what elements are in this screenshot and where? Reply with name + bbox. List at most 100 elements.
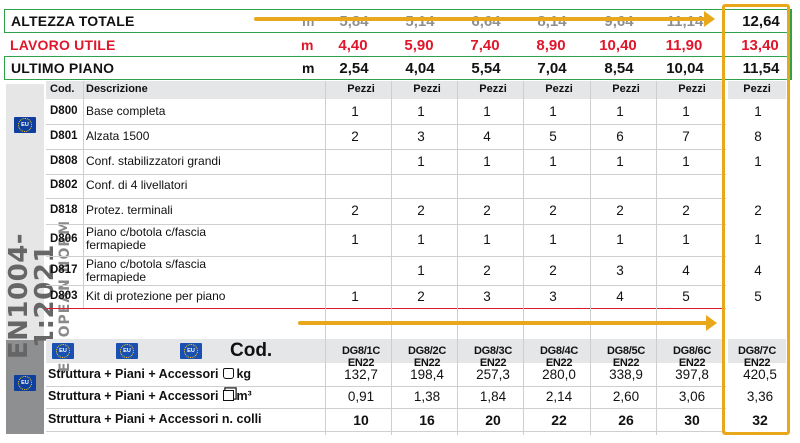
- part-quantity: 2: [616, 203, 624, 218]
- part-quantity: 1: [549, 153, 557, 169]
- part-quantity: 4: [682, 262, 690, 278]
- totals-row: Struttura + Piani + Accessori kg 132,7 198,…: [46, 364, 777, 387]
- value: 7,04: [537, 59, 567, 77]
- part-quantity: 3: [483, 288, 491, 304]
- part-quantity: 4: [483, 128, 491, 144]
- parts-row: D808 Conf. stabilizzatori grandi 1 1 1 1 1 1: [46, 149, 762, 175]
- value: 4,04: [405, 59, 435, 77]
- col-qty: Pezzi: [678, 83, 706, 95]
- part-quantity: 1: [483, 153, 491, 169]
- arrow-icon: [298, 315, 717, 331]
- part-quantity: 2: [417, 203, 425, 218]
- part-quantity: 4: [616, 288, 624, 304]
- parts-row: D818 Protez. terminali 2 2 2 2 2 2 2: [46, 198, 762, 225]
- value: 8,90: [536, 36, 566, 54]
- part-quantity: 1: [351, 288, 359, 304]
- value: 7,40: [470, 36, 500, 54]
- part-quantity: 1: [549, 232, 557, 247]
- totals-label: Struttura + Piani + Accessori m³: [48, 389, 252, 403]
- col-qty: Pezzi: [347, 83, 375, 95]
- parts-row: D803 Kit di protezione per piano 1 2 3 3 4 5 5: [46, 285, 762, 309]
- eu-flag-icon: EU: [52, 343, 74, 359]
- part-description: Base completa: [86, 104, 166, 118]
- col-qty: Pezzi: [612, 83, 640, 95]
- norm-badge: EU EN1004-1:2021 EUROPEAN NORM: [4, 84, 73, 372]
- totals-value: 26: [618, 412, 634, 428]
- part-quantity: 1: [417, 153, 425, 169]
- models-header: EU EU EU Cod. DG8/1C EN22 DG8/2C EN22 DG…: [46, 339, 722, 369]
- row-label: ULTIMO PIANO: [11, 60, 115, 76]
- highlight-box: [722, 4, 790, 435]
- parts-row: D801 Alzata 1500 2 3 4 5 6 7 8: [46, 124, 762, 150]
- parts-row: D817 Piano c/botola s/fascia fermapiede 1 2…: [46, 256, 762, 286]
- totals-value: 280,0: [542, 367, 576, 382]
- col-qty: Pezzi: [413, 83, 441, 95]
- part-description: Protez. terminali: [86, 203, 173, 217]
- unit: m: [302, 13, 315, 29]
- value: 5,90: [404, 36, 434, 54]
- value: 2,54: [339, 59, 369, 77]
- parts-row: D806 Piano c/botola c/fascia fermapiede 1 1…: [46, 224, 762, 257]
- part-quantity: 1: [483, 104, 491, 119]
- part-quantity: 2: [351, 128, 359, 144]
- part-quantity: 2: [483, 203, 491, 218]
- part-quantity: 3: [417, 128, 425, 144]
- divider: [46, 308, 722, 309]
- col-cod: Cod.: [50, 83, 75, 95]
- value: 5,54: [471, 59, 501, 77]
- cod-label: Cod.: [230, 340, 273, 361]
- green-border: [790, 9, 792, 80]
- value: 10,04: [666, 59, 704, 77]
- value: 8,14: [537, 12, 567, 30]
- totals-value: 198,4: [410, 367, 444, 382]
- part-quantity: 1: [682, 232, 690, 247]
- part-quantity: 1: [351, 232, 359, 247]
- totals-value: 1,38: [413, 389, 441, 404]
- totals-value: 132,7: [344, 367, 378, 382]
- totals-value: 30: [684, 412, 700, 428]
- lavoro-utile-row: LAVORO UTILE m 4,40 5,90 7,40 8,90 10,40…: [4, 34, 791, 56]
- part-code: D803: [50, 289, 78, 302]
- value: 11,90: [665, 36, 703, 54]
- totals-row: Struttura + Piani + Accessori n. colli 10…: [46, 409, 768, 432]
- part-description: Piano c/botola c/fascia fermapiede: [86, 225, 207, 252]
- part-code: D817: [50, 263, 78, 276]
- row-label: LAVORO UTILE: [10, 37, 116, 53]
- col-qty: Pezzi: [479, 83, 507, 95]
- totals-value: 20: [485, 412, 501, 428]
- part-code: D801: [50, 129, 78, 142]
- eu-flag-icon: EU: [116, 343, 138, 359]
- part-quantity: 3: [616, 262, 624, 278]
- totals-value: 22: [551, 412, 567, 428]
- totals-value: 397,8: [675, 367, 709, 382]
- unit: m: [301, 37, 314, 53]
- value: 5,84: [339, 12, 369, 30]
- part-code: D808: [50, 154, 78, 167]
- part-quantity: 1: [682, 104, 690, 119]
- part-quantity: 1: [682, 153, 690, 169]
- part-code: D800: [50, 105, 78, 117]
- part-quantity: 2: [549, 203, 557, 218]
- totals-value: 0,91: [347, 389, 375, 404]
- part-quantity: 2: [483, 262, 491, 278]
- totals-value: 338,9: [609, 367, 643, 382]
- totals-label: Struttura + Piani + Accessori n. colli: [48, 412, 262, 426]
- part-quantity: 6: [616, 128, 624, 144]
- part-quantity: 1: [616, 153, 624, 169]
- part-description: Piano c/botola s/fascia fermapiede: [86, 257, 207, 284]
- part-quantity: 1: [616, 104, 624, 119]
- totals-value: 2,14: [545, 389, 573, 404]
- part-description: Kit di protezione per piano: [86, 288, 226, 303]
- value: 5,14: [405, 12, 435, 30]
- part-quantity: 1: [417, 262, 425, 278]
- part-quantity: 1: [483, 232, 491, 247]
- eu-flag-icon: EU: [14, 117, 36, 133]
- part-quantity: 2: [549, 262, 557, 278]
- arrow-icon: [254, 11, 715, 27]
- part-code: D802: [50, 179, 78, 191]
- totals-value: 2,60: [612, 389, 640, 404]
- parts-header: Cod. Descrizione Pezzi Pezzi Pezzi Pezzi…: [46, 81, 722, 99]
- parts-row: D800 Base completa 1 1 1 1 1 1 1: [46, 100, 762, 125]
- col-desc: Descrizione: [86, 83, 148, 95]
- part-quantity: 2: [351, 203, 359, 218]
